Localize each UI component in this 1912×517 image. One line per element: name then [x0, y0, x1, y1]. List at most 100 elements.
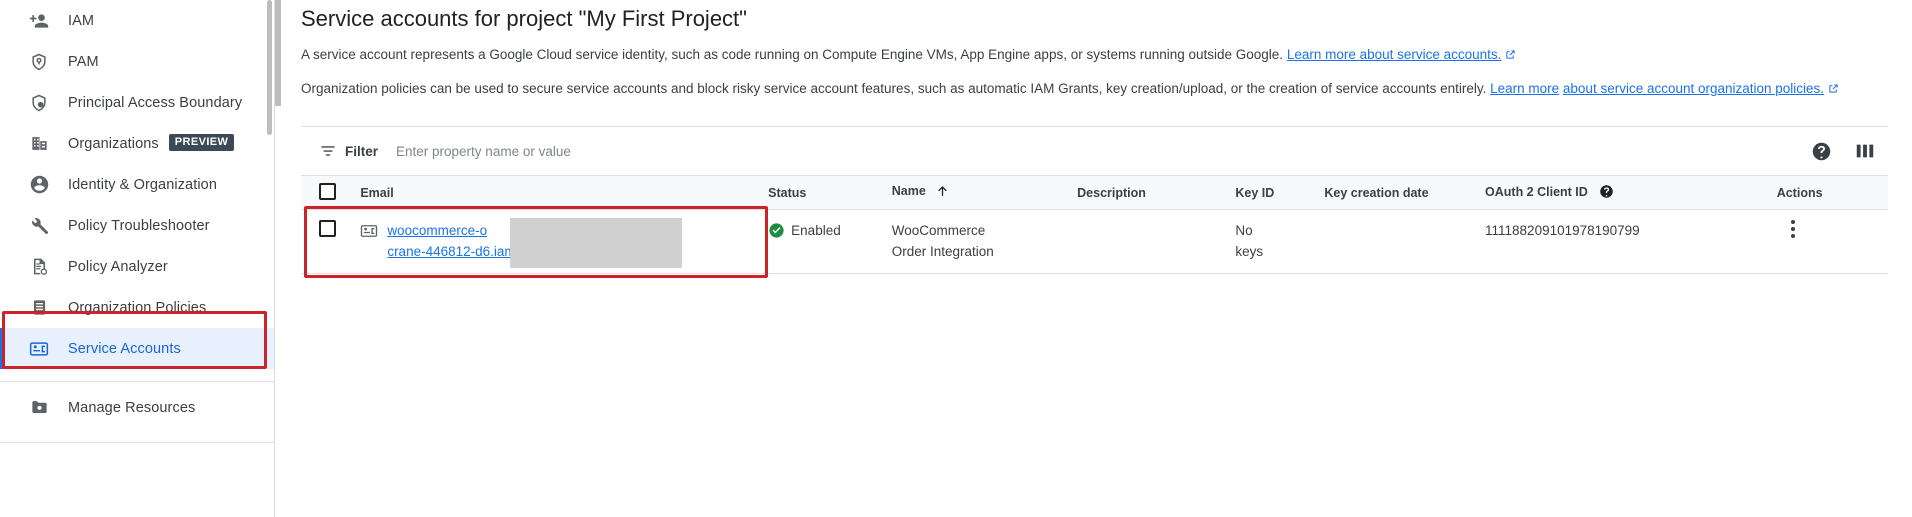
sidebar-item-principal-access-boundary[interactable]: Principal Access Boundary: [0, 82, 274, 123]
column-header-label: Key creation date: [1324, 185, 1429, 200]
wrench-icon: [28, 215, 50, 237]
sidebar-item-label: Organization Policies: [68, 299, 207, 316]
document-search-icon: [28, 256, 50, 278]
column-header-label: Key ID: [1235, 185, 1275, 200]
preview-badge: PREVIEW: [168, 134, 235, 151]
table-row[interactable]: woocommerce-o crane-446812-d6.iam Enable…: [301, 209, 1888, 274]
column-display-options-icon[interactable]: [1854, 140, 1876, 162]
sort-ascending-icon[interactable]: [936, 184, 949, 201]
select-all-checkbox[interactable]: [319, 182, 336, 200]
column-header-key-creation-date[interactable]: Key creation date: [1324, 175, 1486, 210]
sidebar-item-iam[interactable]: IAM: [0, 0, 274, 41]
email-line-1: woocommerce-o: [387, 223, 488, 238]
sidebar-item-label: Service Accounts: [68, 340, 181, 357]
column-header-label: Name: [891, 184, 926, 198]
key-id-line-1: No: [1235, 223, 1253, 238]
key-id-line-2: keys: [1235, 244, 1264, 259]
row-checkbox[interactable]: [319, 220, 336, 237]
table-header: Email Status Name Description Key ID Key…: [301, 175, 1888, 210]
cell-name: WooCommerce Order Integration: [891, 209, 1078, 274]
service-account-description-paragraph: A service account represents a Google Cl…: [301, 45, 1861, 64]
select-all-header: [301, 175, 361, 210]
sidebar-navigation: IAM PAM Principal Access Boundary Organi…: [0, 0, 275, 517]
sidebar-item-service-accounts[interactable]: Service Accounts: [0, 328, 274, 369]
column-header-label: Email: [360, 185, 394, 200]
sidebar-item-policy-analyzer[interactable]: Policy Analyzer: [0, 246, 274, 287]
table-body: woocommerce-o crane-446812-d6.iam Enable…: [301, 209, 1888, 274]
column-header-description[interactable]: Description: [1077, 175, 1236, 210]
list-document-icon: [28, 297, 50, 319]
cell-oauth2-client-id: 111188209101978190799: [1485, 209, 1777, 274]
folder-settings-icon: [28, 397, 50, 419]
sidebar-item-label: Policy Analyzer: [68, 258, 168, 275]
sidebar-divider-bottom: [0, 442, 274, 443]
main-scroll-indicator: [275, 0, 281, 106]
sidebar-item-label: Identity & Organization: [68, 176, 217, 193]
service-account-key-icon: [28, 338, 50, 360]
sidebar-item-pam[interactable]: PAM: [0, 41, 274, 82]
filter-icon[interactable]: [319, 142, 337, 160]
email-line-2: crane-446812-d6.iam: [387, 244, 516, 259]
column-header-email[interactable]: Email: [360, 175, 769, 210]
column-header-oauth2-client-id[interactable]: OAuth 2 Client ID: [1485, 175, 1777, 210]
column-header-key-id[interactable]: Key ID: [1235, 175, 1325, 210]
sidebar-item-identity-and-organization[interactable]: Identity & Organization: [0, 164, 274, 205]
sidebar-item-label: Policy Troubleshooter: [68, 217, 210, 234]
cell-key-id: No keys: [1235, 209, 1325, 274]
page-title: Service accounts for project "My First P…: [301, 6, 747, 31]
cell-key-creation-date: [1324, 209, 1486, 274]
row-select-cell: [301, 209, 361, 274]
column-header-label: Description: [1077, 185, 1146, 200]
paragraph1-text: A service account represents a Google Cl…: [301, 47, 1287, 62]
column-header-status[interactable]: Status: [768, 175, 892, 210]
service-accounts-table: Email Status Name Description Key ID Key…: [301, 175, 1888, 274]
sidebar-item-label: PAM: [68, 53, 99, 70]
learn-more-org-policies-link-part2[interactable]: about service account organization polic…: [1563, 81, 1824, 96]
learn-more-service-accounts-link[interactable]: Learn more about service accounts.: [1287, 47, 1502, 62]
help-icon[interactable]: [1810, 140, 1832, 162]
sidebar-scrollbar-thumb[interactable]: [267, 0, 272, 135]
sidebar-item-label: Principal Access Boundary: [68, 94, 243, 111]
sidebar-item-list: IAM PAM Principal Access Boundary Organi…: [0, 0, 274, 443]
external-link-icon: [1828, 83, 1839, 94]
sidebar-item-manage-resources[interactable]: Manage Resources: [0, 387, 274, 428]
organizations-icon: [28, 133, 50, 155]
filter-input[interactable]: [396, 143, 817, 159]
status-badge: Enabled: [791, 223, 841, 238]
column-header-label: OAuth 2 Client ID: [1485, 184, 1588, 199]
column-header-actions: Actions: [1776, 175, 1888, 210]
help-icon[interactable]: [1599, 184, 1614, 202]
column-header-label: Status: [768, 185, 807, 200]
toolbar-actions: [1810, 140, 1876, 162]
column-header-label: Actions: [1776, 185, 1823, 200]
sidebar-item-organizations[interactable]: Organizations PREVIEW: [0, 123, 274, 164]
service-account-key-icon: [360, 222, 378, 240]
name-line-1: WooCommerce: [891, 223, 986, 238]
name-line-2: Order Integration: [891, 244, 994, 259]
service-account-email-link[interactable]: woocommerce-o crane-446812-d6.iam: [387, 220, 515, 262]
cell-actions: [1776, 209, 1888, 274]
sidebar-item-organization-policies[interactable]: Organization Policies: [0, 287, 274, 328]
sidebar-divider: [0, 381, 274, 382]
check-circle-icon: [768, 222, 785, 239]
external-link-icon: [1505, 49, 1516, 60]
more-vert-icon[interactable]: [1783, 220, 1803, 238]
paragraph2-text: Organization policies can be used to sec…: [301, 81, 1491, 96]
sidebar-item-label: IAM: [68, 12, 95, 29]
cell-status: Enabled: [768, 209, 892, 274]
learn-more-org-policies-link-part1[interactable]: Learn more: [1490, 81, 1559, 96]
sidebar-item-label: Manage Resources: [68, 399, 196, 416]
filter-label: Filter: [345, 143, 379, 159]
person-add-icon: [28, 10, 50, 32]
column-header-name[interactable]: Name: [891, 175, 1078, 210]
main-content: Service accounts for project "My First P…: [275, 0, 1912, 517]
sidebar-item-policy-troubleshooter[interactable]: Policy Troubleshooter: [0, 205, 274, 246]
shield-person-icon: [28, 92, 50, 114]
cell-description: [1077, 209, 1236, 274]
sidebar-item-label: Organizations: [68, 135, 159, 152]
service-accounts-page: IAM PAM Principal Access Boundary Organi…: [0, 0, 1912, 517]
account-circle-icon: [28, 174, 50, 196]
organization-policies-paragraph: Organization policies can be used to sec…: [301, 79, 1861, 98]
sidebar-scrollbar[interactable]: [267, 0, 272, 517]
table-toolbar: Filter: [301, 127, 1888, 175]
